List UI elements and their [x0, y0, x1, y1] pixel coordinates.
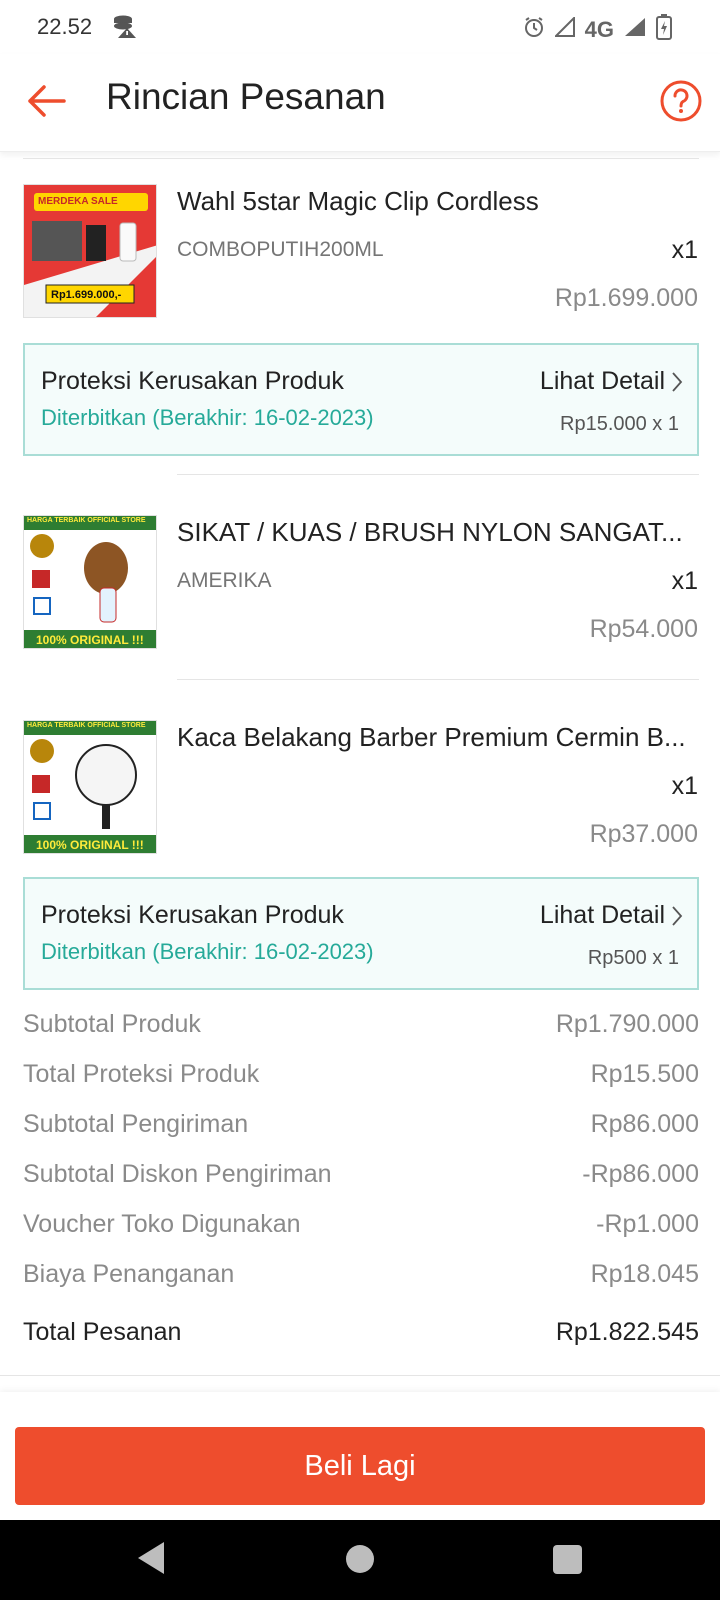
summary-value: -Rp1.000: [596, 1210, 699, 1238]
summary-value: Rp15.500: [590, 1060, 699, 1088]
protection-detail-link[interactable]: Lihat Detail: [540, 367, 683, 396]
product-protection-card[interactable]: Proteksi Kerusakan Produk Diterbitkan (B…: [23, 877, 699, 990]
summary-value: Rp18.045: [590, 1260, 699, 1288]
status-time: 22.52: [37, 14, 93, 39]
help-icon: [660, 80, 702, 122]
status-bar: 22.52 4G: [0, 0, 720, 54]
protection-status: Diterbitkan (Berakhir: 16-02-2023): [41, 405, 374, 430]
product-thumbnail: MERDEKA SALE Rp1.699.000,-: [23, 184, 157, 318]
back-button[interactable]: [24, 78, 70, 124]
summary-label: Total Proteksi Produk: [23, 1060, 260, 1088]
protection-detail-link[interactable]: Lihat Detail: [540, 901, 683, 930]
product-thumbnail: HARGA TERBAIK OFFICIAL STORE 100% ORIGIN…: [23, 720, 157, 854]
summary-value: Rp86.000: [590, 1110, 699, 1138]
order-total-label: Total Pesanan: [23, 1318, 182, 1346]
help-button[interactable]: [658, 78, 704, 124]
product-price: Rp37.000: [589, 820, 698, 848]
nav-back-button[interactable]: [136, 1540, 166, 1581]
thumbnail-price: Rp1.699.000,-: [51, 289, 122, 301]
thumbnail-bottom-text: 100% ORIGINAL !!!: [36, 838, 144, 852]
summary-label: Subtotal Pengiriman: [23, 1110, 249, 1138]
summary-value: -Rp86.000: [582, 1160, 699, 1188]
summary-row: Subtotal Pengiriman Rp86.000: [23, 1110, 699, 1144]
order-item[interactable]: HARGA TERBAIK OFFICIAL STORE 100% ORIGIN…: [0, 680, 720, 880]
summary-row: Subtotal Diskon Pengiriman -Rp86.000: [23, 1160, 699, 1194]
thumbnail-banner: MERDEKA SALE: [38, 196, 118, 207]
order-total-value: Rp1.822.545: [555, 1318, 699, 1346]
protection-price: Rp15.000 x 1: [560, 413, 679, 435]
product-quantity: x1: [671, 567, 698, 595]
summary-row: Voucher Toko Digunakan -Rp1.000: [23, 1210, 699, 1244]
product-name: SIKAT / KUAS / BRUSH NYLON SANGAT...: [177, 517, 683, 547]
order-item[interactable]: HARGA TERBAIK OFFICIAL STORE 100% ORIGIN…: [0, 475, 720, 675]
page-title: Rincian Pesanan: [106, 76, 386, 117]
app-bar: Rincian Pesanan: [0, 54, 720, 152]
summary-value: Rp1.790.000: [555, 1010, 699, 1038]
alarm-icon: [523, 16, 545, 44]
system-navigation-bar: [0, 1520, 720, 1600]
product-name: Kaca Belakang Barber Premium Cermin B...: [177, 722, 686, 752]
product-protection-card[interactable]: Proteksi Kerusakan Produk Diterbitkan (B…: [23, 343, 699, 456]
signal-strength-icon: [624, 17, 646, 43]
summary-label: Voucher Toko Digunakan: [23, 1210, 301, 1238]
summary-row: Biaya Penanganan Rp18.045: [23, 1260, 699, 1294]
product-variant: COMBOPUTIH200ML: [177, 238, 384, 261]
product-price: Rp1.699.000: [554, 284, 698, 312]
protection-title: Proteksi Kerusakan Produk: [41, 901, 344, 929]
divider: [0, 1375, 720, 1376]
summary-row: Total Proteksi Produk Rp15.500: [23, 1060, 699, 1094]
protection-title: Proteksi Kerusakan Produk: [41, 367, 344, 395]
bottom-action-bar: Beli Lagi: [0, 1392, 720, 1520]
summary-row: Subtotal Produk Rp1.790.000: [23, 1010, 699, 1044]
product-quantity: x1: [671, 772, 698, 800]
order-total-row: Total Pesanan Rp1.822.545: [23, 1318, 699, 1352]
protection-detail-label: Lihat Detail: [539, 367, 665, 395]
product-price: Rp54.000: [589, 615, 698, 643]
chevron-right-icon: [672, 371, 683, 392]
product-name: Wahl 5star Magic Clip Cordless: [177, 186, 539, 216]
signal-icon: [553, 15, 575, 43]
summary-label: Biaya Penanganan: [23, 1260, 235, 1288]
triangle-back-icon: [138, 1542, 164, 1574]
thumbnail-top-text: HARGA TERBAIK OFFICIAL STORE: [27, 722, 146, 729]
arrow-left-icon: [28, 85, 66, 117]
product-thumbnail: HARGA TERBAIK OFFICIAL STORE 100% ORIGIN…: [23, 515, 157, 649]
thumbnail-bottom-text: 100% ORIGINAL !!!: [36, 633, 144, 647]
buy-again-button[interactable]: Beli Lagi: [15, 1427, 705, 1505]
data-saver-icon: [112, 14, 138, 45]
network-type: 4G: [584, 17, 614, 42]
battery-icon: [656, 14, 672, 46]
protection-detail-label: Lihat Detail: [539, 901, 665, 929]
chevron-right-icon: [672, 905, 683, 926]
thumbnail-top-text: HARGA TERBAIK OFFICIAL STORE: [27, 517, 146, 524]
product-quantity: x1: [671, 236, 698, 264]
summary-label: Subtotal Diskon Pengiriman: [23, 1160, 332, 1188]
product-variant: AMERIKA: [177, 569, 272, 592]
status-icons: 4G: [523, 14, 672, 46]
order-detail-content: MERDEKA SALE Rp1.699.000,- Wahl 5star Ma…: [0, 152, 720, 1392]
protection-status: Diterbitkan (Berakhir: 16-02-2023): [41, 939, 374, 964]
summary-label: Subtotal Produk: [23, 1010, 201, 1038]
protection-price: Rp500 x 1: [587, 947, 679, 969]
nav-recents-button[interactable]: [553, 1545, 582, 1574]
nav-home-button[interactable]: [346, 1545, 374, 1573]
